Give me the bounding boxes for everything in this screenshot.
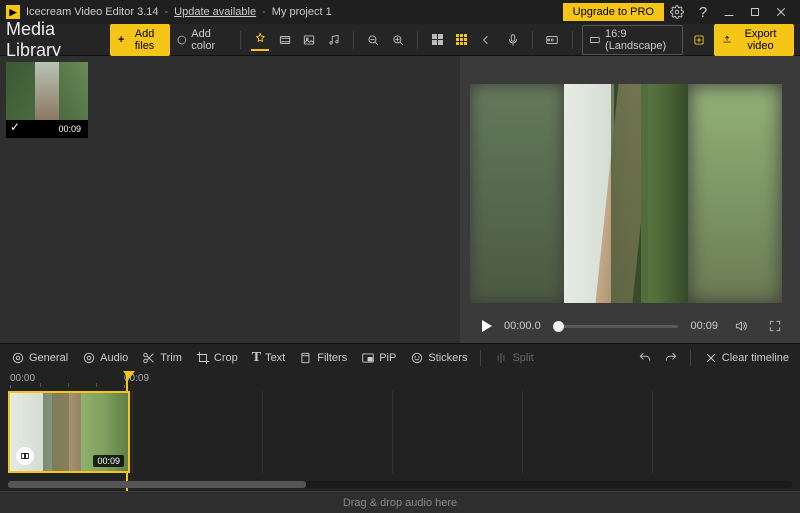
crop-button[interactable]: Crop [191, 348, 243, 368]
clip-duration: 00:09 [93, 455, 124, 467]
media-library-panel: ✓ 00:09 [0, 56, 460, 343]
aspect-ratio-selector[interactable]: 16:9 (Landscape) [582, 25, 683, 55]
main-area: ✓ 00:09 00:00.0 00:09 [0, 56, 800, 343]
filter-all-icon[interactable] [251, 29, 270, 51]
captions-icon[interactable] [543, 29, 562, 51]
separator: - [262, 6, 266, 18]
timeline-panel: 00:00 00:09 00:09 [0, 371, 800, 491]
pip-button[interactable]: PiP [356, 348, 401, 368]
collapse-icon[interactable] [477, 29, 496, 51]
filter-audio-icon[interactable] [325, 29, 344, 51]
upgrade-button[interactable]: Upgrade to PRO [563, 3, 664, 21]
audio-drop-zone[interactable]: Drag & drop audio here [0, 491, 800, 513]
split-button[interactable]: Split [489, 348, 538, 368]
view-grid-large-icon[interactable] [428, 29, 447, 51]
zoom-in-icon[interactable] [389, 29, 408, 51]
timeline-ruler[interactable]: 00:00 00:09 [0, 371, 800, 389]
redo-icon[interactable] [660, 347, 682, 369]
check-icon: ✓ [10, 120, 24, 134]
filter-video-icon[interactable] [275, 29, 294, 51]
minimize-icon[interactable] [716, 0, 742, 24]
preview-controls: 00:00.0 00:09 [460, 309, 800, 343]
timeline-clip[interactable]: 00:09 [8, 391, 130, 473]
app-logo: ▶ [6, 5, 20, 19]
stickers-button[interactable]: Stickers [405, 348, 472, 368]
ruler-mark: 00:00 [10, 373, 35, 384]
audio-button[interactable]: Audio [77, 348, 133, 368]
timeline-empty-grid[interactable] [132, 391, 800, 473]
microphone-icon[interactable] [504, 29, 523, 51]
close-icon[interactable] [768, 0, 794, 24]
general-button[interactable]: General [6, 348, 73, 368]
fullscreen-icon[interactable] [764, 315, 786, 337]
seek-slider[interactable] [553, 325, 679, 328]
undo-icon[interactable] [634, 347, 656, 369]
total-time: 00:09 [690, 320, 718, 332]
separator: - [164, 6, 168, 18]
trim-button[interactable]: Trim [137, 348, 187, 368]
add-files-button[interactable]: +Add files [110, 24, 170, 56]
thumbnail-duration: 00:09 [54, 123, 85, 135]
volume-icon[interactable] [730, 315, 752, 337]
library-title: Media Library [6, 19, 98, 61]
maximize-icon[interactable] [742, 0, 768, 24]
filter-image-icon[interactable] [300, 29, 319, 51]
play-button[interactable] [482, 320, 492, 332]
edit-toolbar: General Audio Trim Crop TText Filters Pi… [0, 343, 800, 371]
export-button[interactable]: Export video [714, 24, 794, 56]
preview-panel: 00:00.0 00:09 [460, 56, 800, 343]
view-grid-small-icon[interactable] [453, 29, 472, 51]
settings-icon[interactable] [664, 0, 690, 24]
toolbar: Media Library +Add files Add color 16:9 … [0, 24, 800, 56]
filters-button[interactable]: Filters [294, 348, 352, 368]
app-name-label: Icecream Video Editor 3.14 [26, 6, 158, 18]
media-thumbnail[interactable]: ✓ 00:09 [6, 62, 88, 138]
zoom-out-icon[interactable] [364, 29, 383, 51]
add-color-button[interactable]: Add color [176, 28, 230, 52]
preview-canvas[interactable] [470, 84, 782, 303]
project-name-label: My project 1 [272, 6, 332, 18]
preview-lock-icon[interactable] [689, 29, 708, 51]
timeline-scrollbar[interactable] [8, 481, 792, 488]
transition-icon[interactable] [16, 447, 34, 465]
update-link[interactable]: Update available [174, 6, 256, 18]
current-time: 00:00.0 [504, 320, 541, 332]
text-button[interactable]: TText [247, 347, 291, 369]
help-icon[interactable]: ? [690, 0, 716, 24]
clear-timeline-button[interactable]: Clear timeline [699, 348, 794, 368]
